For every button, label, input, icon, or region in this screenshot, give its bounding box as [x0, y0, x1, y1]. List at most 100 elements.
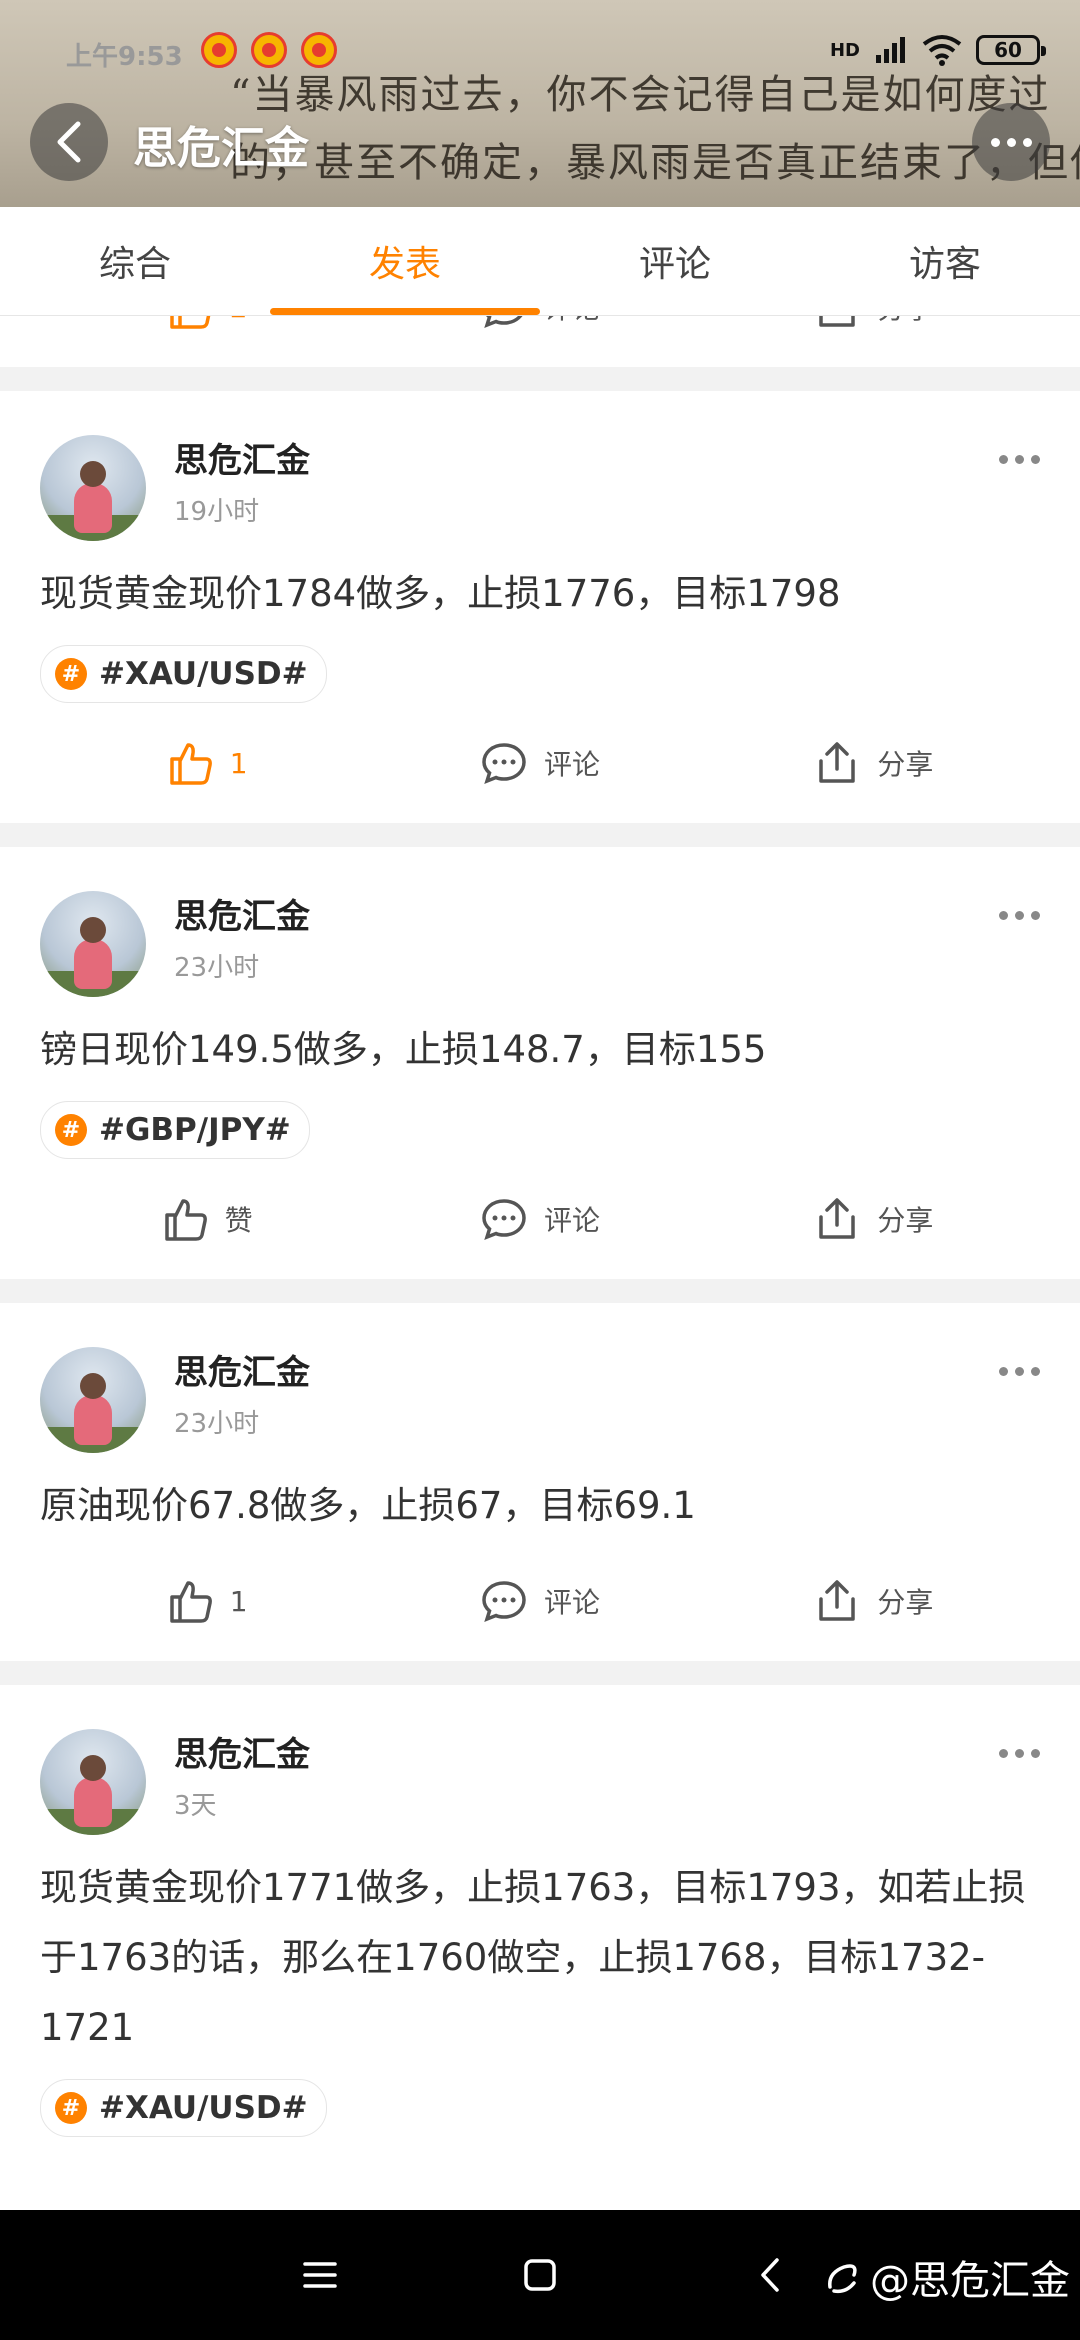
share-label: 分享	[877, 315, 933, 327]
comment-icon	[482, 1199, 526, 1240]
tab-overview[interactable]: 综合	[0, 207, 270, 315]
thumbs-up-icon	[164, 1199, 207, 1241]
comment-button[interactable]: 评论	[373, 1577, 706, 1625]
topic-tag[interactable]: # #XAU/USD#	[40, 645, 327, 703]
comment-label: 评论	[543, 748, 600, 781]
topic-tag-label: #XAU/USD#	[99, 2090, 308, 2126]
post-menu-button[interactable]	[999, 1729, 1040, 1758]
chevron-left-icon	[57, 121, 81, 163]
like-button[interactable]: 赞	[40, 1195, 373, 1243]
hashtag-icon: #	[55, 658, 87, 690]
post-card-partial: 2 评论 分享	[0, 315, 1080, 367]
thumbs-up-icon	[170, 315, 211, 329]
page-title: 思危汇金	[133, 123, 309, 174]
like-count: 1	[229, 746, 248, 780]
share-label: 分享	[877, 1586, 934, 1619]
share-label: 分享	[877, 748, 934, 781]
profile-header: “当暴风雨过去，你不会记得自己是如何度过 的，甚至不确定，暴风雨是否真正结束了，…	[0, 0, 1080, 207]
post-text: 现货黄金现价1771做多，止损1763，目标1793，如若止损于1763的话，那…	[40, 1866, 1026, 2049]
menu-icon	[303, 2262, 337, 2288]
comment-label: 评论	[543, 1204, 600, 1237]
hashtag-icon: #	[55, 1114, 87, 1146]
square-icon	[524, 2259, 556, 2291]
like-count: 2	[230, 315, 248, 324]
home-nav-button[interactable]	[510, 2210, 570, 2340]
comment-button[interactable]: 评论	[373, 739, 706, 787]
author-name[interactable]: 思危汇金	[174, 439, 310, 483]
network-label: HD	[829, 39, 860, 61]
avatar[interactable]	[40, 1347, 146, 1453]
post-menu-button[interactable]	[999, 891, 1040, 920]
tab-comments[interactable]: 评论	[540, 207, 810, 315]
post-menu-button[interactable]	[999, 435, 1040, 464]
comment-button[interactable]: 评论	[373, 315, 706, 331]
weibo-notification-icon	[200, 32, 237, 68]
comment-button[interactable]: 评论	[373, 1195, 706, 1243]
post-feed: 2 评论 分享 思危汇金 19小时 现货黄金现价1784做多，止损1776，目标…	[0, 315, 1080, 2241]
post-text: 镑日现价149.5做多，止损148.7，目标155	[40, 1028, 767, 1071]
share-button[interactable]: 分享	[707, 315, 1040, 331]
hashtag-icon: #	[55, 2092, 87, 2124]
status-bar: 上午9:53 HD 60	[66, 22, 1046, 78]
thumbs-up-icon	[170, 1581, 212, 1623]
like-count: 1	[229, 1584, 248, 1618]
share-icon	[819, 1580, 856, 1621]
post-card: 思危汇金 23小时 镑日现价149.5做多，止损148.7，目标155 # #GB…	[0, 847, 1080, 1279]
back-nav-button[interactable]	[740, 2210, 800, 2340]
thumbs-up-icon	[170, 743, 212, 785]
comment-label: 评论	[543, 1586, 600, 1619]
weibo-logo-icon	[828, 2264, 857, 2294]
tab-visitors[interactable]: 访客	[810, 207, 1080, 315]
weibo-notification-icon	[250, 32, 287, 68]
share-icon	[819, 742, 856, 783]
status-time: 上午9:53	[66, 41, 183, 72]
comment-label: 评论	[544, 315, 600, 327]
avatar[interactable]	[40, 435, 146, 541]
share-button[interactable]: 分享	[707, 739, 1040, 787]
author-name[interactable]: 思危汇金	[174, 1351, 310, 1395]
tab-posts[interactable]: 发表	[270, 207, 540, 315]
share-button[interactable]: 分享	[707, 1577, 1040, 1625]
topic-tag[interactable]: # #GBP/JPY#	[40, 1101, 310, 1159]
system-navigation-bar: @思危汇金	[0, 2210, 1080, 2340]
avatar[interactable]	[40, 1729, 146, 1835]
like-label: 赞	[224, 1204, 253, 1237]
dot-icon	[1022, 137, 1032, 147]
comment-icon	[484, 315, 524, 328]
chevron-left-icon	[761, 2258, 779, 2292]
like-button[interactable]: 1	[40, 739, 373, 787]
post-time: 19小时	[174, 497, 260, 527]
share-button[interactable]: 分享	[707, 1195, 1040, 1243]
back-button[interactable]	[30, 103, 108, 181]
post-text: 现货黄金现价1784做多，止损1776，目标1798	[40, 572, 841, 615]
topic-tag-label: #XAU/USD#	[99, 656, 308, 692]
watermark-label: @思危汇金	[870, 2258, 1070, 2304]
comment-icon	[482, 743, 526, 784]
like-button[interactable]: 2	[40, 315, 373, 331]
dot-icon	[990, 137, 1000, 147]
weibo-notification-icon	[300, 32, 337, 68]
topic-tag-label: #GBP/JPY#	[99, 1112, 291, 1148]
signal-icon	[876, 37, 905, 63]
avatar[interactable]	[40, 891, 146, 997]
post-card: 思危汇金 19小时 现货黄金现价1784做多，止损1776，目标1798 # #X…	[0, 391, 1080, 823]
post-time: 23小时	[174, 1409, 260, 1439]
more-options-button[interactable]	[972, 103, 1050, 181]
author-name[interactable]: 思危汇金	[174, 895, 310, 939]
dot-icon	[1006, 137, 1016, 147]
post-menu-button[interactable]	[999, 1347, 1040, 1376]
author-name[interactable]: 思危汇金	[174, 1733, 310, 1777]
like-button[interactable]: 1	[40, 1577, 373, 1625]
weibo-watermark: @思危汇金	[824, 2248, 1070, 2306]
post-card: 思危汇金 3天 现货黄金现价1771做多，止损1763，目标1793，如若止损于…	[0, 1685, 1080, 2217]
profile-tabs: 综合 发表 评论 访客	[0, 207, 1080, 316]
post-card: 思危汇金 23小时 原油现价67.8做多，止损67，目标69.1 1 评论 分享	[0, 1303, 1080, 1661]
post-text: 原油现价67.8做多，止损67，目标69.1	[40, 1484, 696, 1527]
post-time: 3天	[174, 1791, 217, 1821]
share-label: 分享	[877, 1204, 934, 1237]
menu-nav-button[interactable]	[290, 2210, 350, 2340]
wifi-icon	[922, 35, 962, 66]
share-icon	[819, 1198, 856, 1239]
topic-tag[interactable]: # #XAU/USD#	[40, 2079, 327, 2137]
comment-icon	[482, 1581, 526, 1622]
